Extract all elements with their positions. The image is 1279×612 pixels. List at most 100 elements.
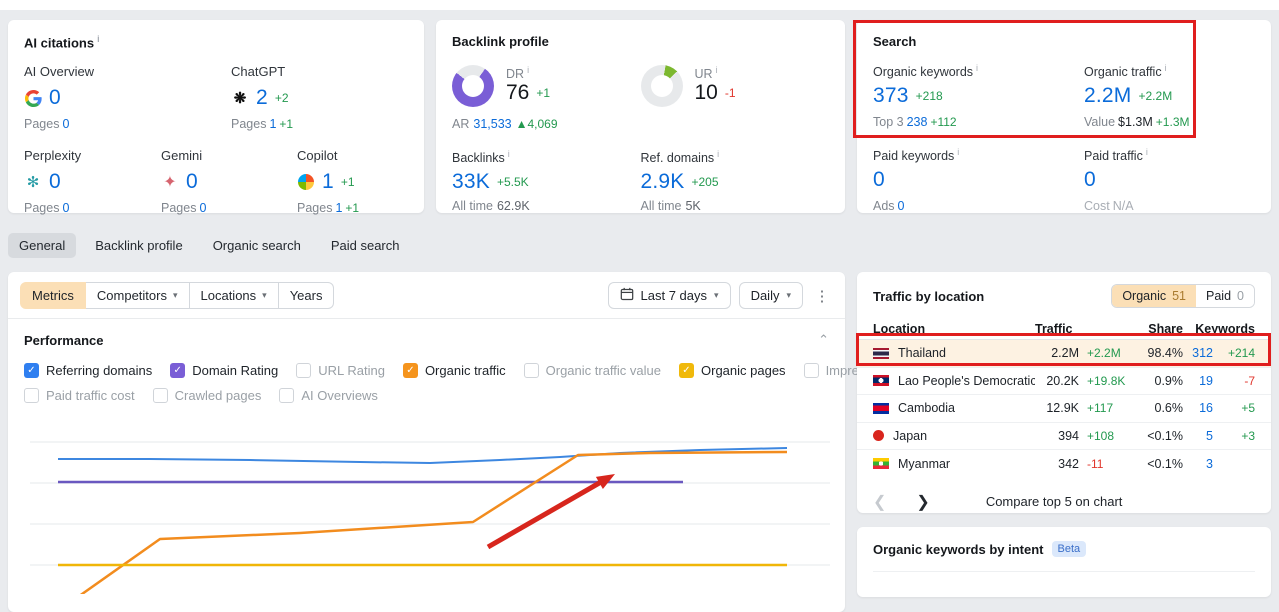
compare-top5-link[interactable]: Compare top 5 on chart: [986, 494, 1123, 509]
metric-value: 0: [49, 86, 61, 110]
tab-paid-search[interactable]: Paid search: [320, 233, 411, 258]
pages-value[interactable]: 1: [335, 201, 342, 215]
metric-checkboxes: ✓ Referring domains ✓ Domain Rating URL Rati…: [8, 348, 997, 408]
locations-dropdown[interactable]: Locations ▾: [189, 282, 279, 309]
checkbox-unchecked-icon[interactable]: [296, 363, 312, 378]
metric-checkbox[interactable]: Organic traffic value: [523, 363, 661, 378]
metric-label: AI Overview: [24, 64, 95, 80]
share-value: 0.6%: [1154, 401, 1184, 416]
metric-label: Gemini: [161, 148, 203, 164]
chevron-down-icon: ▾: [172, 290, 178, 300]
share-value: 98.4%: [1147, 346, 1183, 361]
backlinks-metric: Backlinks 33K+5.5K All time62.9K: [452, 149, 641, 213]
metric-checkbox[interactable]: ✓ Organic traffic: [402, 363, 506, 378]
metric-value[interactable]: 0: [1084, 168, 1096, 192]
annotation-arrow-shaft: [486, 479, 603, 550]
organic-paid-toggle: Organic 51 Paid 0: [1111, 284, 1255, 308]
checkbox-checked-icon[interactable]: ✓: [170, 363, 186, 378]
keywords-link[interactable]: 3: [1183, 457, 1213, 471]
keywords-link[interactable]: 19: [1183, 374, 1213, 388]
metric-label: ChatGPT: [231, 64, 286, 80]
keywords-link[interactable]: 16: [1183, 401, 1213, 415]
ur-value: 10: [694, 81, 718, 105]
table-row[interactable]: Cambodia 12.9K +117 0.6% 16 +5: [857, 395, 1271, 423]
location-name: Myanmar: [898, 456, 951, 471]
traffic-delta: +108: [1087, 428, 1115, 443]
checkbox-unchecked-icon[interactable]: [24, 388, 39, 403]
pages-value[interactable]: 1: [269, 117, 276, 131]
checkbox-unchecked-icon[interactable]: [279, 388, 295, 403]
metric-checkbox[interactable]: AI Overviews: [279, 388, 378, 403]
keywords-link[interactable]: 5: [1183, 429, 1213, 443]
checkbox-unchecked-icon[interactable]: [803, 363, 819, 378]
card-title: Organic keywords by intent: [873, 541, 1044, 557]
metric-label: Ref. domains: [641, 149, 830, 165]
table-header: Location Traffic Share Keywords: [857, 318, 1271, 340]
info-icon[interactable]: [97, 34, 100, 44]
traffic-value: 394: [1058, 428, 1079, 443]
info-icon[interactable]: [1165, 63, 1167, 73]
metric-checkbox[interactable]: ✓ Organic pages: [679, 363, 786, 378]
pages-value[interactable]: 0: [62, 117, 69, 131]
card-title: AI citations: [24, 34, 408, 50]
keywords-link[interactable]: 312: [1183, 346, 1213, 360]
tab-backlink-profile[interactable]: Backlink profile: [84, 233, 193, 258]
metrics-button[interactable]: Metrics: [20, 282, 86, 309]
pagination-prev-icon[interactable]: ❮: [873, 492, 886, 512]
keywords-delta: +214: [1227, 346, 1255, 361]
checkbox-unchecked-icon[interactable]: [152, 388, 168, 403]
calendar-icon: [620, 287, 634, 304]
pages-value[interactable]: 0: [199, 201, 206, 215]
info-icon[interactable]: [716, 65, 718, 75]
top-toolbar-remnant: [0, 0, 1279, 10]
pages-label: Pages: [161, 201, 197, 216]
pages-value[interactable]: 0: [62, 201, 69, 215]
metric-value[interactable]: 373: [873, 84, 909, 108]
ai-metric-gemini: Gemini ✦ 0 Pages 0: [161, 148, 297, 215]
traffic-delta: -11: [1087, 456, 1104, 471]
metric-checkbox[interactable]: Crawled pages: [152, 388, 261, 403]
beta-badge: Beta: [1051, 541, 1087, 557]
metric-checkbox[interactable]: ✓ Referring domains: [24, 363, 152, 378]
info-icon[interactable]: [1146, 147, 1148, 157]
toggle-paid[interactable]: Paid 0: [1196, 285, 1254, 307]
paid-keywords-metric: Paid keywords 0 Ads0: [873, 147, 1084, 213]
metric-checkbox[interactable]: ✓ Domain Rating: [170, 363, 278, 378]
metric-checkbox[interactable]: URL Rating: [296, 363, 385, 378]
checkbox-checked-icon[interactable]: ✓: [402, 363, 418, 378]
info-icon[interactable]: [508, 149, 510, 159]
tab-general[interactable]: General: [8, 233, 77, 258]
share-value: 0.9%: [1154, 373, 1184, 388]
laos-flag-icon: [873, 375, 889, 387]
table-row[interactable]: Lao People's Democratic Reput 20.2K +19.8K…: [857, 368, 1271, 395]
metric-checkbox[interactable]: Paid traffic cost: [24, 388, 135, 403]
table-row[interactable]: Thailand 2.2M +2.2M 98.4% 312 +214: [857, 340, 1271, 368]
tab-organic-search[interactable]: Organic search: [202, 233, 312, 258]
ai-citations-card: AI citations AI Overview 0 Pages0 ChatGP…: [8, 20, 424, 215]
toggle-organic[interactable]: Organic 51: [1112, 285, 1197, 307]
granularity-dropdown[interactable]: Daily ▾: [738, 282, 803, 309]
checkbox-checked-icon[interactable]: ✓: [679, 363, 694, 378]
metric-value[interactable]: 2.2M: [1084, 84, 1132, 108]
table-row[interactable]: Japan 394 +108 <0.1% 5 +3: [857, 423, 1271, 450]
collapse-chevron-up-icon[interactable]: ⌃: [818, 332, 829, 348]
info-icon[interactable]: [527, 65, 529, 75]
checkbox-unchecked-icon[interactable]: [523, 363, 539, 378]
checkbox-checked-icon[interactable]: ✓: [24, 363, 39, 378]
metric-value[interactable]: 2.9K: [641, 170, 685, 194]
metric-label: Backlinks: [452, 149, 641, 165]
metric-value[interactable]: 0: [873, 168, 885, 192]
col-share: Share: [1148, 321, 1183, 336]
metric-value[interactable]: 33K: [452, 170, 490, 194]
metric-label: Paid keywords: [873, 147, 1084, 163]
competitors-dropdown[interactable]: Competitors ▾: [85, 282, 190, 309]
performance-line-chart[interactable]: [8, 414, 845, 601]
info-icon[interactable]: [976, 63, 978, 73]
pagination-next-icon[interactable]: ❯: [916, 492, 929, 512]
table-row[interactable]: Myanmar 342 -11 <0.1% 3: [857, 450, 1271, 478]
info-icon[interactable]: [717, 149, 719, 159]
date-range-dropdown[interactable]: Last 7 days ▾: [607, 282, 731, 309]
years-button[interactable]: Years: [278, 282, 335, 309]
info-icon[interactable]: [957, 147, 959, 157]
more-options-icon[interactable]: ⋮: [811, 287, 833, 305]
